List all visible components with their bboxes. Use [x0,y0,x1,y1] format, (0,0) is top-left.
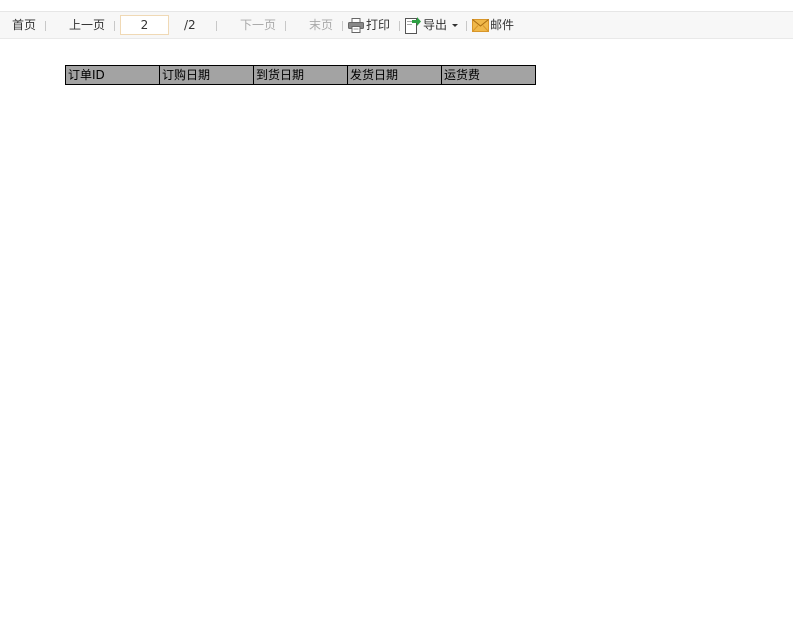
separator [466,21,467,31]
print-button[interactable]: 打印 [366,12,390,39]
separator [114,21,115,31]
mail-icon[interactable] [472,19,489,35]
printer-icon[interactable] [348,18,364,36]
current-page-input[interactable] [120,15,169,35]
column-header-ship-date: 发货日期 [347,65,442,85]
report-table: 订单ID 订购日期 到货日期 发货日期 运货费 [65,65,536,85]
separator [216,21,217,31]
prev-page-button[interactable]: 上一页 [69,12,105,39]
column-header-order-id: 订单ID [65,65,160,85]
first-page-button[interactable]: 首页 [12,12,36,39]
separator [399,21,400,31]
mail-button[interactable]: 邮件 [490,12,514,39]
next-page-button[interactable]: 下一页 [240,12,276,39]
column-header-order-date: 订购日期 [159,65,254,85]
export-button[interactable]: 导出 [423,12,447,39]
separator [342,21,343,31]
column-header-arrival-date: 到货日期 [253,65,348,85]
report-toolbar: 首页 上一页 /2 下一页 末页 打印 导出 邮件 [0,11,793,39]
separator [285,21,286,31]
total-pages-label: /2 [184,18,196,32]
last-page-button[interactable]: 末页 [309,12,333,39]
separator [45,21,46,31]
table-header-row: 订单ID 订购日期 到货日期 发货日期 运货费 [65,65,536,85]
column-header-freight: 运货费 [441,65,536,85]
export-icon[interactable] [405,17,421,37]
caret-down-icon[interactable] [452,24,458,27]
